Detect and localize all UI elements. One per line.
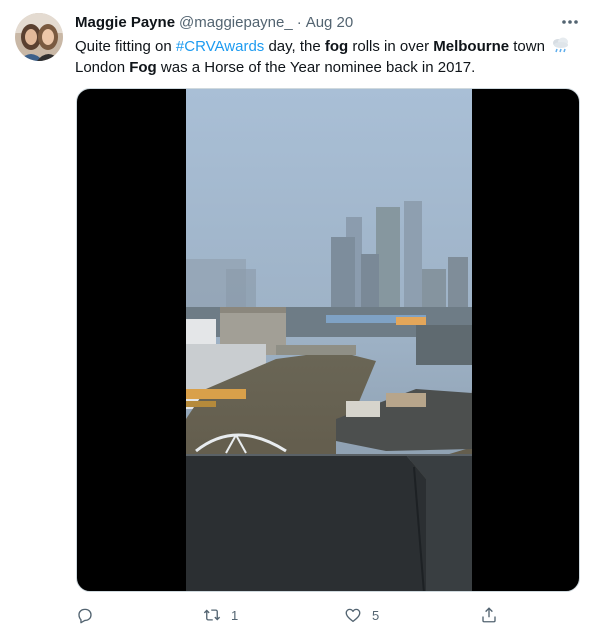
tweet[interactable]: Maggie Payne @maggiepayne_ · Aug 20 Quite f… [0, 0, 594, 632]
hashtag-link[interactable]: #CRVAwards [176, 38, 264, 55]
avatar[interactable] [15, 13, 63, 61]
tweet-text-segment: was a Horse of the Year nominee back in … [156, 59, 476, 76]
tweet-text-segment: day, the [264, 38, 325, 55]
retweet-count: 1 [231, 607, 239, 623]
tweet-header: Maggie Payne @maggiepayne_ · Aug 20 [75, 13, 574, 35]
retweet-button[interactable]: 1 [203, 602, 238, 628]
heart-icon [345, 608, 361, 623]
tweet-media[interactable] [76, 88, 580, 592]
user-handle[interactable]: @maggiepayne_ [179, 14, 293, 31]
highlight-fog: fog [324, 38, 349, 55]
cloud-with-rain-icon [553, 37, 569, 53]
like-count: 5 [372, 607, 380, 623]
share-button[interactable] [480, 602, 498, 628]
tweet-text: Quite fitting on #CRVAwards day, the fog… [75, 36, 580, 78]
more-icon [562, 20, 578, 24]
like-button[interactable]: 5 [344, 602, 379, 628]
tweet-text-segment: London [75, 59, 130, 76]
reply-button[interactable] [76, 602, 104, 628]
separator-dot: · [296, 14, 302, 31]
reply-icon [78, 608, 92, 624]
timestamp[interactable]: Aug 20 [306, 14, 354, 31]
highlight-melbourne: Melbourne [433, 38, 510, 55]
melbourne-fog-photo [186, 89, 472, 591]
display-name[interactable]: Maggie Payne [75, 14, 175, 31]
tweet-text-segment: town [509, 38, 550, 55]
more-options-button[interactable] [558, 12, 582, 32]
highlight-fog: Fog [129, 59, 157, 76]
retweet-icon [203, 609, 221, 621]
tweet-actions: 1 5 [76, 602, 506, 628]
tweet-text-segment: rolls in over [348, 38, 434, 55]
share-icon [482, 607, 496, 623]
tweet-text-segment: Quite fitting on [75, 38, 176, 55]
